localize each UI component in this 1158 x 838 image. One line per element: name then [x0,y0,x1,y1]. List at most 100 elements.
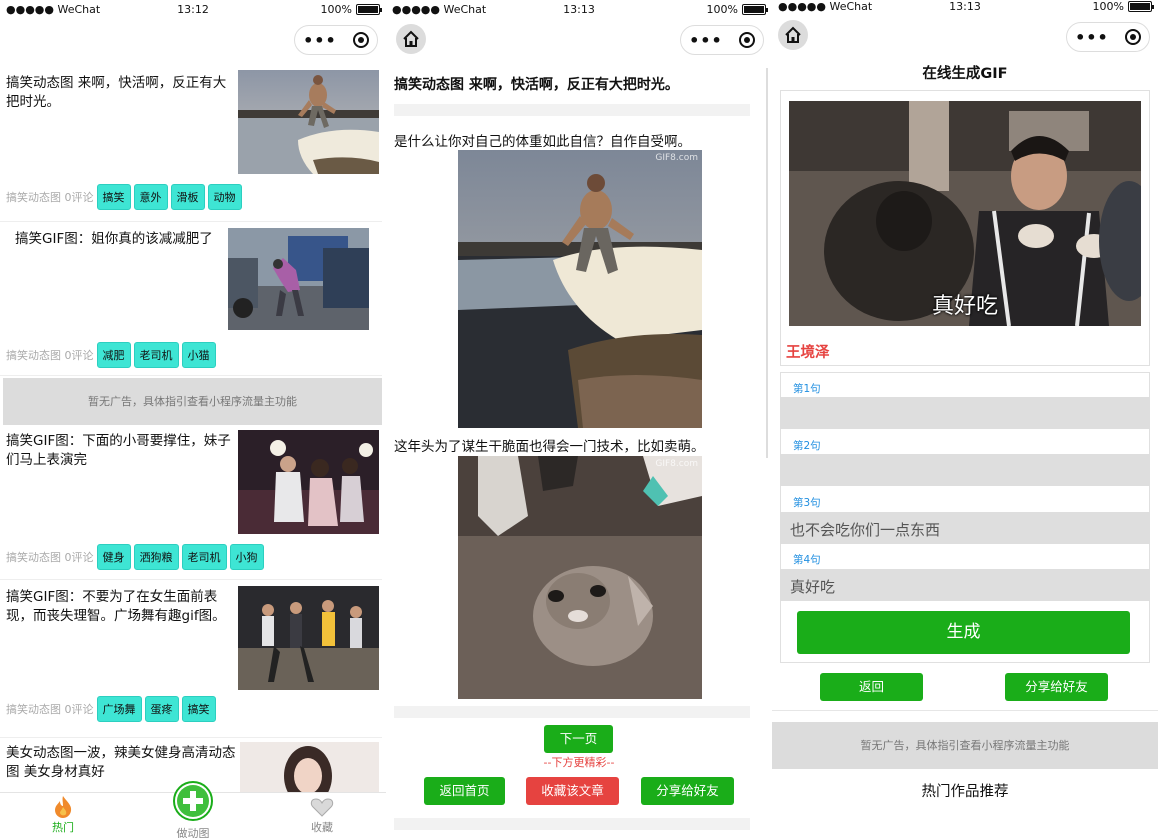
more-menu-button[interactable]: ••• [1075,28,1109,47]
tag-chip[interactable]: 健身 [96,544,131,570]
item-title: 搞笑GIF图：下面的小哥要撑住，妹子们马上表演完 [6,433,231,468]
tag-chip[interactable]: 老司机 [133,342,179,368]
line-input-3[interactable]: 也不会吃你们一点东西 [780,512,1150,544]
tab-fav-label: 收藏 [311,821,333,834]
divider [394,706,750,718]
status-bar: ●●●●● WeChat 13:12 100% [0,0,386,20]
status-bar: ●●●●● WeChat 13:13 100% [386,0,772,20]
tab-hot-label: 热门 [52,821,74,834]
battery-icon [356,4,382,15]
more-menu-button[interactable]: ••• [689,31,723,50]
back-home-button[interactable]: 返回首页 [424,777,505,805]
line-input-4[interactable]: 真好吃 [780,569,1150,601]
line-label: 第2句 [793,440,821,452]
gif-maker-screen: ●●●●● WeChat 13:13 100% ••• 在线生成GIF 真好吃 … [772,0,1158,838]
watermark: GIF8.com [655,459,698,469]
watermark: GIF8.com [655,153,698,163]
tag-chip[interactable]: 动物 [207,184,242,210]
share-button[interactable]: 分享给好友 [1005,673,1108,701]
close-mini-program-icon[interactable] [1124,29,1141,45]
flame-icon [55,796,72,818]
scrollbar[interactable] [766,68,768,458]
back-button[interactable]: 返回 [820,673,923,701]
gif-caption: 真好吃 [931,294,998,319]
tag-chip[interactable]: 老司机 [181,544,227,570]
home-icon [403,30,419,47]
more-menu-button[interactable]: ••• [303,31,337,50]
item-title: 搞笑GIF图：不要为了在女生面前表现，而丧失理智。广场舞有趣gif图。 [6,589,226,624]
divider [772,710,1158,711]
line-input-1[interactable] [780,397,1150,429]
add-icon [173,781,213,821]
ad-placeholder: 暂无广告，具体指引查看小程序流量主功能 [3,378,382,425]
list-item[interactable]: 搞笑GIF图：下面的小哥要撑住，妹子们马上表演完 搞笑动态图 0评论 健身 洒狗… [0,426,382,580]
article-paragraph: 是什么让你对自己的体重如此自信？自作自受啊。 [394,134,691,150]
item-thumbnail [238,586,379,690]
tag-chip[interactable]: 洒狗粮 [133,544,179,570]
gif-preview: 真好吃 [789,101,1141,326]
generate-button[interactable]: 生成 [797,611,1130,654]
item-meta: 搞笑动态图 0评论 [6,191,94,204]
mini-program-capsule: ••• [1066,22,1150,52]
status-bar: ●●●●● WeChat 13:13 100% [772,0,1158,20]
article-gif: GIF8.com [458,456,702,699]
battery-icon [742,4,768,15]
article-screen: ●●●●● WeChat 13:13 100% ••• 搞笑动态图 来啊，快活啊… [386,0,772,838]
battery-icon [1128,1,1154,12]
line-label: 第1句 [793,383,821,395]
line-input-2[interactable] [780,454,1150,486]
battery-percent: 100% [706,3,738,16]
item-meta: 搞笑动态图 0评论 [6,349,94,362]
feed-screen: ●●●●● WeChat 13:12 100% ••• 搞笑动态图 来啊，快活啊… [0,0,386,838]
bottom-tab-bar: 热门 做动图 收藏 [0,781,386,838]
home-button[interactable] [396,24,426,54]
page-title: 在线生成GIF [922,66,1008,82]
tag-chip[interactable]: 意外 [133,184,168,210]
close-mini-program-icon[interactable] [738,32,755,48]
item-title: 搞笑GIF图：姐你真的该减减肥了 [15,231,213,247]
item-title: 美女动态图一波，辣美女健身高清动态图 美女身材真好 [6,745,236,780]
template-name: 王境泽 [786,345,830,361]
divider [394,104,750,116]
divider [394,818,750,830]
tag-chip[interactable]: 小猫 [181,342,216,368]
item-meta: 搞笑动态图 0评论 [6,703,94,716]
item-title: 搞笑动态图 来啊，快活啊，反正有大把时光。 [6,75,227,110]
tag-chip[interactable]: 小狗 [229,544,264,570]
list-item[interactable]: 搞笑动态图 来啊，快活啊，反正有大把时光。 搞笑动态图 0评论 搞笑 意外 滑板… [0,64,382,222]
tab-make-label: 做动图 [176,827,210,838]
hot-works-heading: 热门作品推荐 [921,784,1009,800]
line-label: 第3句 [793,497,821,509]
item-meta: 搞笑动态图 0评论 [6,551,94,564]
battery-percent: 100% [320,3,352,16]
item-thumbnail [228,228,369,330]
mini-program-capsule: ••• [294,25,378,55]
share-button[interactable]: 分享给好友 [641,777,734,805]
article-paragraph: 这年头为了谋生干脆面也得会一门技术，比如卖萌。 [394,439,705,455]
close-mini-program-icon[interactable] [352,32,369,48]
tag-chip[interactable]: 滑板 [170,184,205,210]
line-label: 第4句 [793,554,821,566]
list-item[interactable]: 搞笑GIF图：不要为了在女生面前表现，而丧失理智。广场舞有趣gif图。 搞笑动态… [0,580,382,738]
item-thumbnail [238,70,379,174]
tag-chip[interactable]: 蛋疼 [144,696,179,722]
article-title: 搞笑动态图 来啊，快活啊，反正有大把时光。 [394,77,679,93]
tag-chip[interactable]: 减肥 [96,342,131,368]
battery-percent: 100% [1092,0,1124,13]
tag-chip[interactable]: 广场舞 [96,696,142,722]
item-thumbnail [238,430,379,534]
next-page-button[interactable]: 下一页 [544,725,613,753]
collect-article-button[interactable]: 收藏该文章 [526,777,619,805]
item-thumbnail [240,742,379,798]
tag-chip[interactable]: 搞笑 [96,184,131,210]
ad-placeholder: 暂无广告，具体指引查看小程序流量主功能 [772,722,1158,769]
article-gif: GIF8.com [458,150,702,428]
home-icon [785,26,801,43]
tag-chip[interactable]: 搞笑 [181,696,216,722]
list-item[interactable]: 搞笑GIF图：姐你真的该减减肥了 搞笑动态图 0评论 减肥 老司机 小猫 [0,222,382,376]
home-button[interactable] [778,20,808,50]
more-hint: --下方更精彩-- [543,756,615,769]
heart-icon [310,798,334,817]
mini-program-capsule: ••• [680,25,764,55]
gif-preview-card: 真好吃 [780,90,1150,366]
